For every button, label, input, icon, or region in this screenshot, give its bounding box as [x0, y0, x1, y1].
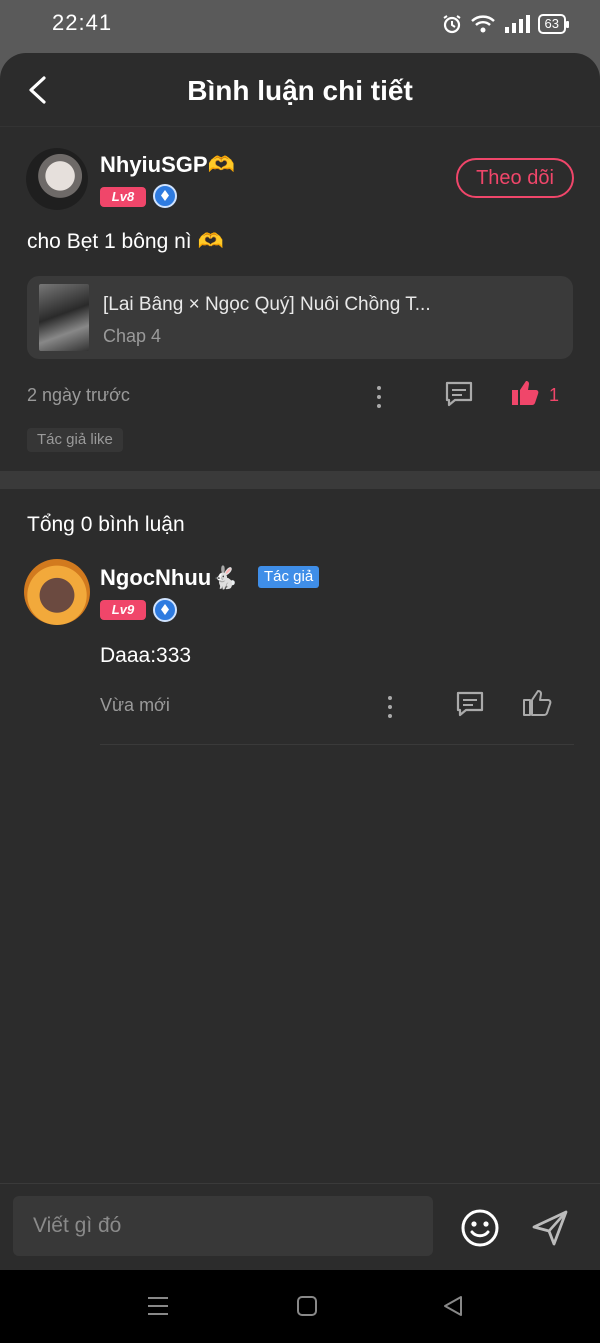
timestamp: 2 ngày trước: [27, 385, 130, 405]
divider-line: [100, 744, 574, 745]
back-nav-icon[interactable]: [442, 1294, 464, 1318]
total-comments-label: Tổng 0 bình luận: [27, 513, 185, 536]
thumbs-up-filled-icon[interactable]: [510, 379, 540, 407]
chapter-label: Chap 4: [103, 326, 162, 346]
status-bar: 22:41 63: [0, 0, 600, 52]
story-title: [Lai Bâng × Ngọc Quý] Nuôi Chồng T...: [103, 294, 431, 315]
vip-gem-icon: [153, 598, 177, 622]
thumbs-up-icon[interactable]: [522, 689, 552, 717]
avatar[interactable]: [24, 559, 90, 625]
username[interactable]: NgocNhuu🐇: [100, 565, 239, 591]
wifi-icon: [470, 15, 495, 33]
clock: 22:41: [52, 10, 113, 35]
comment-detail-sheet: Bình luận chi tiết NhyiuSGP🫶 Lv8 Theo dõ…: [0, 53, 600, 1270]
battery-indicator: 63: [537, 14, 570, 34]
home-icon[interactable]: [296, 1295, 318, 1317]
avatar[interactable]: [26, 148, 88, 210]
menu-icon[interactable]: [146, 1295, 170, 1317]
more-options-icon[interactable]: [387, 696, 393, 718]
comment-text: cho Bẹt 1 bông nì 🫶: [27, 230, 224, 253]
reply-icon[interactable]: [455, 690, 485, 718]
send-icon[interactable]: [530, 1208, 570, 1248]
follow-button[interactable]: Theo dõi: [456, 158, 574, 198]
system-nav-bar: [0, 1270, 600, 1343]
emoji-icon[interactable]: [460, 1208, 500, 1248]
reply-text: Daaa:333: [100, 644, 192, 667]
vip-gem-icon: [153, 184, 177, 208]
alarm-icon: [442, 15, 461, 34]
timestamp: Vừa mới: [100, 695, 170, 715]
author-liked-tag: Tác giả like: [27, 428, 123, 452]
author-badge: Tác giả: [258, 566, 320, 588]
page-title: Bình luận chi tiết: [187, 75, 413, 106]
chapter-thumbnail: [39, 284, 89, 351]
comment-input[interactable]: [13, 1196, 433, 1256]
signal-icon: [504, 15, 530, 33]
level-badge: Lv8: [100, 187, 146, 207]
like-count: 1: [549, 385, 560, 405]
header: Bình luận chi tiết: [0, 53, 600, 127]
comment-composer: [0, 1183, 600, 1270]
username[interactable]: NhyiuSGP🫶: [100, 152, 235, 178]
linked-chapter-card[interactable]: [Lai Bâng × Ngọc Quý] Nuôi Chồng T... Ch…: [27, 276, 573, 359]
more-options-icon[interactable]: [376, 386, 382, 408]
level-badge: Lv9: [100, 600, 146, 620]
reply-icon[interactable]: [444, 380, 474, 408]
status-icons: 63: [442, 14, 570, 34]
section-divider: [0, 471, 600, 489]
